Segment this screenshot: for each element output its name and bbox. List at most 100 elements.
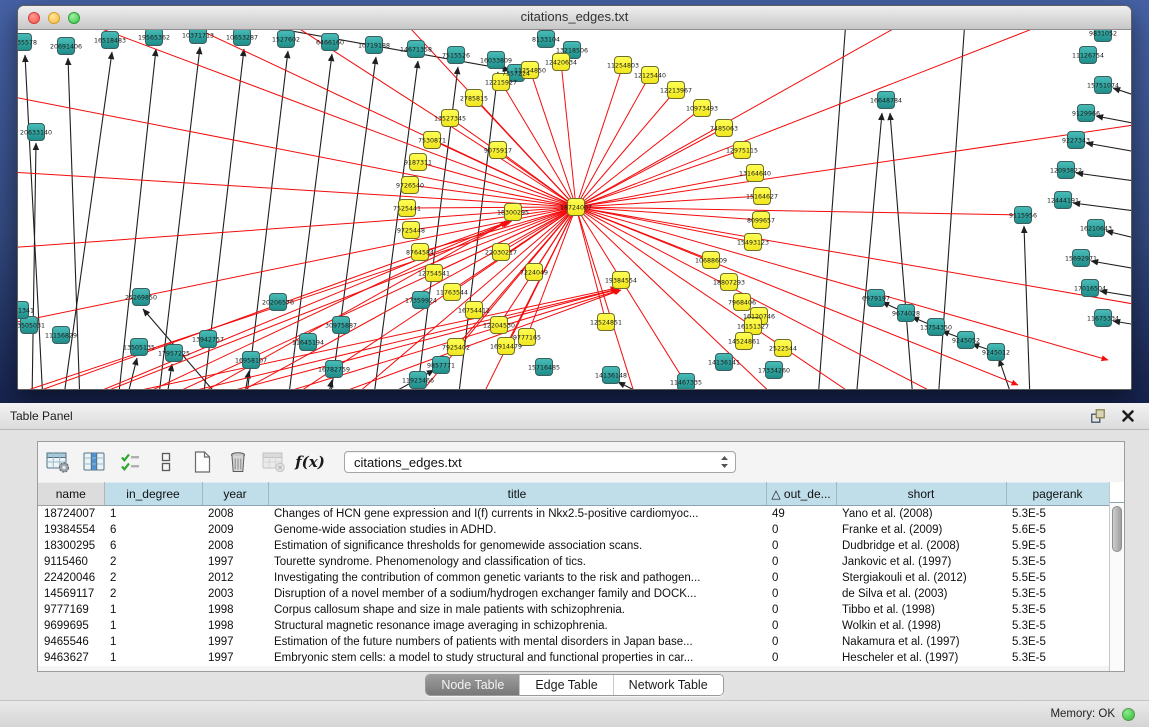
table-cell[interactable]: 9777169 xyxy=(38,602,104,618)
table-row[interactable]: 1830029562008Estimation of significance … xyxy=(38,538,1109,554)
column-header-0[interactable]: name xyxy=(38,483,104,506)
delete-column-button-disabled[interactable] xyxy=(260,449,288,475)
table-cell[interactable]: 5.3E-5 xyxy=(1006,586,1109,602)
table-cell[interactable]: 2 xyxy=(104,586,202,602)
table-row[interactable]: 1456911722003Disruption of a novel membe… xyxy=(38,586,1109,602)
table-cell[interactable]: 5.3E-5 xyxy=(1006,650,1109,666)
table-cell[interactable]: 49 xyxy=(766,506,836,523)
table-cell[interactable]: Nakamura et al. (1997) xyxy=(836,634,1006,650)
table-cell[interactable]: 1997 xyxy=(202,634,268,650)
table-row[interactable]: 969969511998Structural magnetic resonanc… xyxy=(38,618,1109,634)
float-panel-icon[interactable] xyxy=(1089,407,1107,425)
column-header-2[interactable]: year xyxy=(202,483,268,506)
table-cell[interactable]: 5.9E-5 xyxy=(1006,538,1109,554)
delete-table-button[interactable] xyxy=(224,449,252,475)
table-cell[interactable]: 0 xyxy=(766,602,836,618)
table-row[interactable]: 1938455462009Genome-wide association stu… xyxy=(38,522,1109,538)
table-cell[interactable]: 5.6E-5 xyxy=(1006,522,1109,538)
table-cell[interactable]: Estimation of the future numbers of pati… xyxy=(268,634,766,650)
table-cell[interactable]: 18724007 xyxy=(38,506,104,523)
network-canvas-svg[interactable]: 4035578206914061651848319565362103717131… xyxy=(18,30,1131,390)
table-cell[interactable]: 6 xyxy=(104,522,202,538)
new-table-button[interactable] xyxy=(188,449,216,475)
tab-node-table[interactable]: Node Table xyxy=(426,675,519,695)
table-cell[interactable]: 2 xyxy=(104,570,202,586)
table-cell[interactable]: 2008 xyxy=(202,538,268,554)
table-cell[interactable]: 1 xyxy=(104,618,202,634)
table-cell[interactable]: 9463627 xyxy=(38,650,104,666)
table-cell[interactable]: 9699695 xyxy=(38,618,104,634)
table-cell[interactable]: 1 xyxy=(104,634,202,650)
table-cell[interactable]: 2009 xyxy=(202,522,268,538)
table-cell[interactable]: Stergiakouli et al. (2012) xyxy=(836,570,1006,586)
tab-edge-table[interactable]: Edge Table xyxy=(519,675,612,695)
table-cell[interactable]: Disruption of a novel member of a sodium… xyxy=(268,586,766,602)
table-cell[interactable]: 5.5E-5 xyxy=(1006,570,1109,586)
table-cell[interactable]: 0 xyxy=(766,522,836,538)
vertical-scrollbar[interactable] xyxy=(1109,482,1124,671)
table-row[interactable]: 946554611997Estimation of the future num… xyxy=(38,634,1109,650)
table-cell[interactable]: 1 xyxy=(104,602,202,618)
table-cell[interactable]: Franke et al. (2009) xyxy=(836,522,1006,538)
column-header-1[interactable]: in_degree xyxy=(104,483,202,506)
table-cell[interactable]: 19384554 xyxy=(38,522,104,538)
table-row[interactable]: 1872400712008Changes of HCN gene express… xyxy=(38,506,1109,523)
show-columns-button[interactable] xyxy=(80,449,108,475)
table-cell[interactable]: 0 xyxy=(766,618,836,634)
table-cell[interactable]: 1997 xyxy=(202,650,268,666)
table-cell[interactable]: 1998 xyxy=(202,602,268,618)
column-header-5[interactable]: short xyxy=(836,483,1006,506)
table-cell[interactable]: 0 xyxy=(766,570,836,586)
table-cell[interactable]: 0 xyxy=(766,634,836,650)
row-height-button[interactable] xyxy=(152,449,180,475)
close-window-button[interactable] xyxy=(28,12,40,24)
table-cell[interactable]: Structural magnetic resonance image aver… xyxy=(268,618,766,634)
table-cell[interactable]: Genome-wide association studies in ADHD. xyxy=(268,522,766,538)
table-cell[interactable]: 1997 xyxy=(202,554,268,570)
table-cell[interactable]: 9115460 xyxy=(38,554,104,570)
table-cell[interactable]: Tourette syndrome. Phenomenology and cla… xyxy=(268,554,766,570)
table-settings-button[interactable] xyxy=(44,449,72,475)
table-cell[interactable]: 5.3E-5 xyxy=(1006,554,1109,570)
table-row[interactable]: 2242004622012Investigating the contribut… xyxy=(38,570,1109,586)
network-canvas[interactable]: 4035578206914061651848319565362103717131… xyxy=(18,30,1131,390)
table-cell[interactable]: Yano et al. (2008) xyxy=(836,506,1006,523)
table-cell[interactable]: 5.3E-5 xyxy=(1006,602,1109,618)
table-cell[interactable]: 9465546 xyxy=(38,634,104,650)
table-cell[interactable]: 14569117 xyxy=(38,586,104,602)
table-cell[interactable]: Investigating the contribution of common… xyxy=(268,570,766,586)
minimize-window-button[interactable] xyxy=(48,12,60,24)
column-header-3[interactable]: title xyxy=(268,483,766,506)
table-cell[interactable]: 0 xyxy=(766,554,836,570)
table-cell[interactable]: 2 xyxy=(104,554,202,570)
select-rows-button[interactable] xyxy=(116,449,144,475)
table-source-dropdown[interactable]: citations_edges.txt xyxy=(344,451,736,473)
function-builder-button[interactable]: f(x) xyxy=(296,449,324,475)
table-cell[interactable]: Hescheler et al. (1997) xyxy=(836,650,1006,666)
table-cell[interactable]: 0 xyxy=(766,650,836,666)
table-cell[interactable]: 22420046 xyxy=(38,570,104,586)
table-cell[interactable]: 1998 xyxy=(202,618,268,634)
table-cell[interactable]: 1 xyxy=(104,650,202,666)
table-cell[interactable]: 18300295 xyxy=(38,538,104,554)
table-cell[interactable]: Jankovic et al. (1997) xyxy=(836,554,1006,570)
table-cell[interactable]: Embryonic stem cells: a model to study s… xyxy=(268,650,766,666)
table-cell[interactable]: 5.3E-5 xyxy=(1006,634,1109,650)
scrollbar-thumb[interactable] xyxy=(1112,506,1122,552)
zoom-window-button[interactable] xyxy=(68,12,80,24)
table-row[interactable]: 977716911998Corpus callosum shape and si… xyxy=(38,602,1109,618)
table-cell[interactable]: Wolkin et al. (1998) xyxy=(836,618,1006,634)
table-row[interactable]: 911546021997Tourette syndrome. Phenomeno… xyxy=(38,554,1109,570)
table-cell[interactable]: 0 xyxy=(766,586,836,602)
table-cell[interactable]: 6 xyxy=(104,538,202,554)
table-row[interactable]: 946362711997Embryonic stem cells: a mode… xyxy=(38,650,1109,666)
table-cell[interactable]: 1 xyxy=(104,506,202,523)
column-header-4[interactable]: △ out_de... xyxy=(766,483,836,506)
table-cell[interactable]: de Silva et al. (2003) xyxy=(836,586,1006,602)
table-cell[interactable]: 2012 xyxy=(202,570,268,586)
tab-network-table[interactable]: Network Table xyxy=(613,675,723,695)
table-cell[interactable]: Tibbo et al. (1998) xyxy=(836,602,1006,618)
table-cell[interactable]: 2008 xyxy=(202,506,268,523)
table-cell[interactable]: Corpus callosum shape and size in male p… xyxy=(268,602,766,618)
close-panel-icon[interactable] xyxy=(1119,407,1137,425)
